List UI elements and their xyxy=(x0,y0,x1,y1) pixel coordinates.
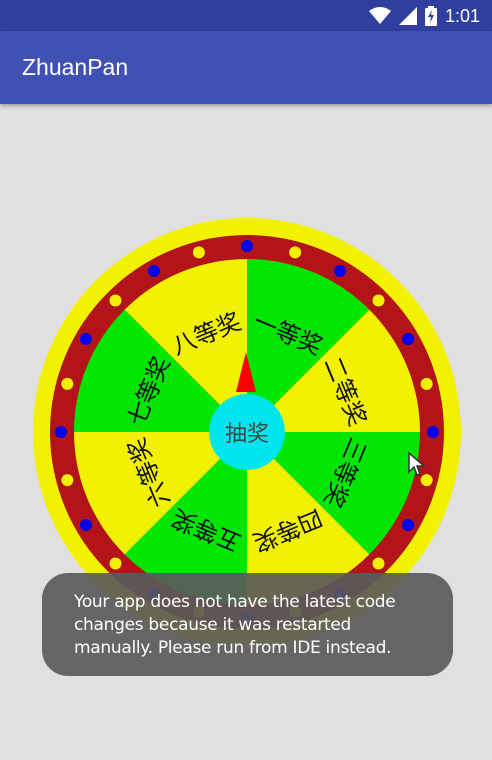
rim-dot-blue xyxy=(241,240,253,252)
rim-dot-blue xyxy=(79,519,92,531)
rim-dot-yellow xyxy=(192,246,205,259)
rim-dot-yellow xyxy=(420,377,433,390)
rim-dot-yellow xyxy=(109,557,122,570)
rim-dot-yellow xyxy=(289,246,302,259)
rim-dot-blue xyxy=(55,426,67,438)
mouse-cursor-icon xyxy=(408,452,426,476)
rim-dot-yellow xyxy=(61,377,74,390)
rim-dot-blue xyxy=(402,333,415,345)
rim-dot-yellow xyxy=(109,294,122,307)
rim-dot-yellow xyxy=(372,294,385,307)
rim-dot-blue xyxy=(148,264,160,277)
rim-dot-blue xyxy=(402,519,415,531)
rim-dot-yellow xyxy=(61,474,74,487)
rim-dot-blue xyxy=(79,333,92,345)
rim-dot-blue xyxy=(334,264,346,277)
rim-dot-yellow xyxy=(372,557,385,570)
draw-button-label[interactable]: 抽奖 xyxy=(225,422,269,447)
toast-text: Your app does not have the latest code c… xyxy=(74,592,396,658)
toast-message: Your app does not have the latest code c… xyxy=(42,573,453,676)
rim-dot-blue xyxy=(427,426,439,438)
